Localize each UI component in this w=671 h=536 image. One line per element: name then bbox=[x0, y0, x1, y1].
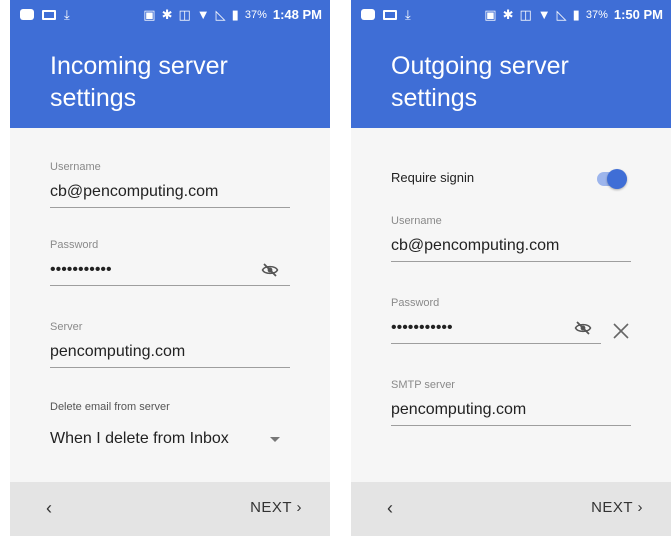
username-label: Username bbox=[391, 215, 442, 227]
message-icon bbox=[20, 9, 34, 20]
next-button[interactable]: NEXT › bbox=[250, 496, 302, 520]
delete-email-value: When I delete from Inbox bbox=[50, 430, 229, 447]
clear-icon[interactable] bbox=[612, 322, 630, 340]
delete-email-label: Delete email from server bbox=[50, 401, 170, 413]
password-input[interactable]: ••••••••••• bbox=[50, 261, 112, 278]
smtp-server-input[interactable]: pencomputing.com bbox=[391, 399, 631, 421]
field-underline bbox=[50, 285, 290, 286]
smtp-server-field[interactable]: SMTP server pencomputing.com bbox=[391, 378, 631, 426]
back-button[interactable]: ‹ bbox=[46, 496, 70, 520]
visibility-off-icon[interactable] bbox=[260, 261, 280, 279]
mail-icon bbox=[42, 9, 56, 20]
vibrate-icon: ◫ bbox=[519, 7, 532, 22]
password-field[interactable]: Password ••••••••••• bbox=[50, 238, 290, 286]
next-button[interactable]: NEXT › bbox=[591, 496, 643, 520]
page-title: Outgoing server settings bbox=[391, 52, 569, 112]
app-header: Incoming server settings bbox=[10, 32, 330, 128]
nav-footer: ‹ NEXT › bbox=[10, 482, 330, 536]
download-icon: ⤓ bbox=[405, 7, 411, 22]
app-header: Outgoing server settings bbox=[351, 32, 671, 128]
status-time: 1:48 PM bbox=[272, 7, 322, 22]
battery-percent: 37% bbox=[244, 8, 267, 21]
password-label: Password bbox=[391, 297, 440, 309]
password-row: ••••••••••• bbox=[50, 259, 290, 281]
message-icon bbox=[361, 9, 375, 20]
dropdown-caret-icon bbox=[270, 437, 280, 442]
username-field[interactable]: Username cb@pencomputing.com bbox=[391, 214, 631, 262]
nfc-icon: ▣ bbox=[143, 7, 156, 22]
field-underline bbox=[391, 261, 631, 262]
username-input[interactable]: cb@pencomputing.com bbox=[50, 181, 290, 203]
username-label: Username bbox=[50, 161, 101, 173]
incoming-settings-screen: ⤓ ▣ ✱ ◫ ▼ ◺ ▮ 37% 1:48 PM Incoming serve… bbox=[10, 0, 330, 536]
form-body: Require signin Username cb@pencomputing.… bbox=[351, 128, 671, 482]
server-label: Server bbox=[50, 321, 83, 333]
bluetooth-icon: ✱ bbox=[502, 7, 514, 22]
password-field[interactable]: Password ••••••••••• bbox=[391, 296, 631, 344]
bluetooth-icon: ✱ bbox=[161, 7, 173, 22]
vibrate-icon: ◫ bbox=[178, 7, 191, 22]
wifi-icon: ▼ bbox=[196, 7, 210, 22]
page-title: Incoming server settings bbox=[50, 52, 228, 112]
password-input[interactable]: ••••••••••• bbox=[391, 319, 453, 336]
visibility-off-icon[interactable] bbox=[573, 319, 593, 337]
delete-email-select[interactable]: When I delete from Inbox bbox=[50, 428, 290, 450]
battery-percent: 37% bbox=[585, 8, 608, 21]
server-input[interactable]: pencomputing.com bbox=[50, 341, 290, 363]
field-underline bbox=[391, 425, 631, 426]
field-underline bbox=[50, 207, 290, 208]
nav-footer: ‹ NEXT › bbox=[351, 482, 671, 536]
require-signin-toggle[interactable] bbox=[597, 169, 627, 189]
require-signin-label: Require signin bbox=[391, 170, 475, 185]
delete-email-dropdown[interactable]: Delete email from server When I delete f… bbox=[50, 400, 290, 450]
smtp-server-label: SMTP server bbox=[391, 379, 455, 391]
battery-icon: ▮ bbox=[231, 7, 239, 22]
status-bar: ⤓ ▣ ✱ ◫ ▼ ◺ ▮ 37% 1:48 PM bbox=[10, 0, 330, 32]
server-field[interactable]: Server pencomputing.com bbox=[50, 320, 290, 368]
field-underline bbox=[50, 367, 290, 368]
status-time: 1:50 PM bbox=[613, 7, 663, 22]
outgoing-settings-screen: ⤓ ▣ ✱ ◫ ▼ ◺ ▮ 37% 1:50 PM Outgoing serve… bbox=[351, 0, 671, 536]
form-body: Username cb@pencomputing.com Password ••… bbox=[10, 128, 330, 482]
back-button[interactable]: ‹ bbox=[387, 496, 411, 520]
username-input[interactable]: cb@pencomputing.com bbox=[391, 235, 631, 257]
mail-icon bbox=[383, 9, 397, 20]
password-label: Password bbox=[50, 239, 99, 251]
nfc-icon: ▣ bbox=[484, 7, 497, 22]
status-bar: ⤓ ▣ ✱ ◫ ▼ ◺ ▮ 37% 1:50 PM bbox=[351, 0, 671, 32]
no-signal-icon: ◺ bbox=[556, 7, 567, 22]
download-icon: ⤓ bbox=[64, 7, 70, 22]
password-row: ••••••••••• bbox=[391, 317, 601, 339]
no-signal-icon: ◺ bbox=[215, 7, 226, 22]
wifi-icon: ▼ bbox=[537, 7, 551, 22]
toggle-thumb bbox=[607, 169, 627, 189]
require-signin-row[interactable]: Require signin bbox=[391, 166, 631, 190]
field-underline bbox=[391, 343, 601, 344]
username-field[interactable]: Username cb@pencomputing.com bbox=[50, 160, 290, 208]
battery-icon: ▮ bbox=[572, 7, 580, 22]
